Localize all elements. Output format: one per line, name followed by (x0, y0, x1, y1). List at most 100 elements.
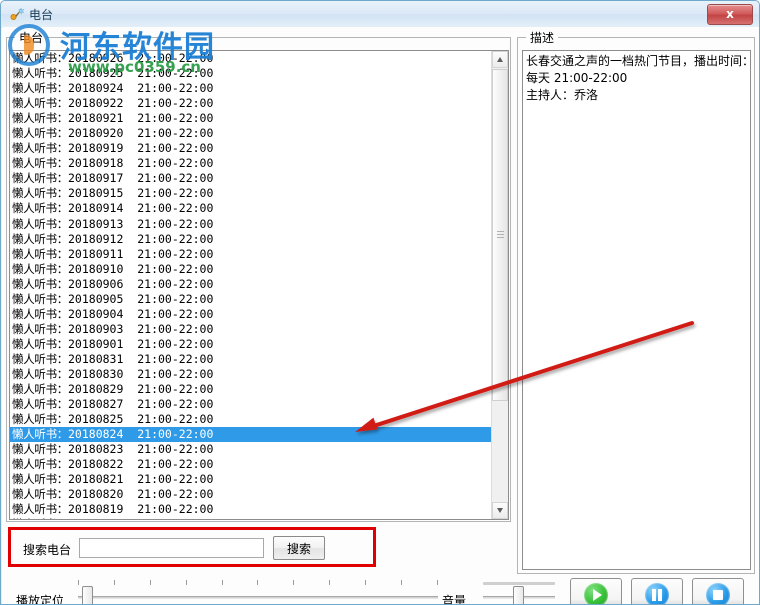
list-item-name: 懒人听书： (12, 336, 68, 351)
list-item-name: 懒人听书： (12, 201, 68, 216)
list-item[interactable]: 懒人听书：20180919 21:00-22:00 (10, 141, 491, 156)
list-item[interactable]: 懒人听书：20180912 21:00-22:00 (10, 232, 491, 247)
title-bar: 电台 x (1, 1, 759, 28)
list-item[interactable]: 懒人听书：20180829 21:00-22:00 (10, 382, 491, 397)
list-item[interactable]: 懒人听书：20180904 21:00-22:00 (10, 307, 491, 322)
list-item[interactable]: 懒人听书：20180921 21:00-22:00 (10, 111, 491, 126)
list-item[interactable]: 懒人听书：20180820 21:00-22:00 (10, 487, 491, 502)
list-item-name: 懒人听书： (12, 81, 68, 96)
list-item-schedule: 20180917 21:00-22:00 (68, 171, 214, 186)
list-item-name: 懒人听书： (12, 487, 68, 502)
list-item[interactable]: 懒人听书：20180821 21:00-22:00 (10, 472, 491, 487)
station-list-scrollport: 懒人听书：20180926 21:00-22:00 懒人听书：20180925 2… (10, 51, 491, 519)
list-item[interactable]: 懒人听书：20180827 21:00-22:00 (10, 397, 491, 412)
list-item[interactable]: 懒人听书：20180825 21:00-22:00 (10, 412, 491, 427)
description-line: 主持人：乔洛 (526, 88, 599, 102)
list-item-schedule: 20180910 21:00-22:00 (68, 261, 214, 276)
play-button[interactable]: 播放 (570, 578, 622, 604)
list-item[interactable]: 懒人听书：20180925 21:00-22:00 (10, 66, 491, 81)
close-button[interactable]: x (707, 4, 753, 25)
list-item-schedule: 20180821 21:00-22:00 (68, 472, 214, 487)
search-input[interactable] (79, 538, 264, 558)
list-item-name: 懒人听书： (12, 156, 68, 171)
search-button[interactable]: 搜索 (273, 536, 325, 560)
playback-position-slider[interactable] (78, 580, 438, 604)
volume-slider[interactable] (483, 580, 555, 604)
list-item[interactable]: 懒人听书：20180822 21:00-22:00 (10, 457, 491, 472)
window-title: 电台 (29, 8, 54, 22)
list-item-schedule: 20180920 21:00-22:00 (68, 126, 214, 141)
list-item-name: 懒人听书： (12, 276, 68, 291)
list-item-name: 懒人听书： (12, 141, 68, 156)
list-item-name: 懒人听书： (12, 382, 68, 397)
playback-position-label: 播放定位 (16, 594, 65, 605)
list-item-schedule: 20180820 21:00-22:00 (68, 487, 214, 502)
list-item-name: 懒人听书： (12, 321, 68, 336)
list-item-schedule: 20180913 21:00-22:00 (68, 216, 214, 231)
list-item-name: 懒人听书： (12, 66, 68, 81)
list-item[interactable]: 懒人听书：20180917 21:00-22:00 (10, 171, 491, 186)
list-item-schedule: 20180905 21:00-22:00 (68, 291, 214, 306)
list-item[interactable]: 懒人听书：20180924 21:00-22:00 (10, 81, 491, 96)
list-item[interactable]: 懒人听书：20180818 21:00-22:00 (10, 517, 491, 519)
list-item[interactable]: 懒人听书：20180906 21:00-22:00 (10, 277, 491, 292)
list-item-schedule: 20180830 21:00-22:00 (68, 366, 214, 381)
client-area: 电台 懒人听书：20180926 21:00-22:00 懒人听书：2018092… (2, 27, 759, 604)
pause-button[interactable]: 暂停 (631, 578, 683, 604)
list-item[interactable]: 懒人听书：20180824 21:00-22:00 (10, 427, 491, 443)
list-item-schedule: 20180912 21:00-22:00 (68, 231, 214, 246)
list-item-schedule: 20180918 21:00-22:00 (68, 156, 214, 171)
list-item-name: 懒人听书： (12, 291, 68, 306)
list-item[interactable]: 懒人听书：20180901 21:00-22:00 (10, 337, 491, 352)
list-item-schedule: 20180823 21:00-22:00 (68, 442, 214, 457)
list-item-schedule: 20180915 21:00-22:00 (68, 186, 214, 201)
list-item-name: 懒人听书： (12, 96, 68, 111)
list-item-schedule: 20180919 21:00-22:00 (68, 141, 214, 156)
volume-slider-thumb[interactable] (513, 586, 524, 604)
list-item-schedule: 20180901 21:00-22:00 (68, 336, 214, 351)
list-item[interactable]: 懒人听书：20180910 21:00-22:00 (10, 262, 491, 277)
position-ticks-top (78, 580, 438, 585)
list-item[interactable]: 懒人听书：20180819 21:00-22:00 (10, 502, 491, 517)
list-item[interactable]: 懒人听书：20180920 21:00-22:00 (10, 126, 491, 141)
station-list-scrollbar[interactable] (491, 51, 508, 519)
list-item-name: 懒人听书： (12, 472, 68, 487)
list-item-name: 懒人听书： (12, 517, 68, 519)
scroll-down-arrow-icon[interactable] (492, 502, 508, 519)
list-item-schedule: 20180926 21:00-22:00 (68, 51, 214, 65)
description-line: 长春交通之声的一档热门节目，播出时间： (526, 54, 751, 68)
list-item-name: 懒人听书： (12, 366, 68, 381)
list-item[interactable]: 懒人听书：20180914 21:00-22:00 (10, 201, 491, 216)
search-highlight-box: 搜索电台 搜索 (8, 527, 376, 567)
list-item[interactable]: 懒人听书：20180915 21:00-22:00 (10, 186, 491, 201)
list-item[interactable]: 懒人听书：20180823 21:00-22:00 (10, 442, 491, 457)
list-item-name: 懒人听书： (12, 126, 68, 141)
list-item-name: 懒人听书： (12, 111, 68, 126)
list-item[interactable]: 懒人听书：20180913 21:00-22:00 (10, 217, 491, 232)
list-item[interactable]: 懒人听书：20180918 21:00-22:00 (10, 156, 491, 171)
list-item[interactable]: 懒人听书：20180830 21:00-22:00 (10, 367, 491, 382)
list-item[interactable]: 懒人听书：20180911 21:00-22:00 (10, 247, 491, 262)
station-listbox[interactable]: 懒人听书：20180926 21:00-22:00 懒人听书：20180925 2… (9, 50, 509, 520)
list-item-name: 懒人听书： (12, 231, 68, 246)
scroll-up-arrow-icon[interactable] (492, 51, 508, 68)
list-item-schedule: 20180819 21:00-22:00 (68, 502, 214, 517)
list-item[interactable]: 懒人听书：20180903 21:00-22:00 (10, 322, 491, 337)
list-item-schedule: 20180911 21:00-22:00 (68, 246, 214, 261)
list-item[interactable]: 懒人听书：20180905 21:00-22:00 (10, 292, 491, 307)
list-item-name: 懒人听书： (12, 427, 68, 442)
list-item[interactable]: 懒人听书：20180926 21:00-22:00 (10, 51, 491, 66)
list-item-schedule: 20180921 21:00-22:00 (68, 111, 214, 126)
list-item-name: 懒人听书： (12, 171, 68, 186)
description-textbox[interactable]: 长春交通之声的一档热门节目，播出时间： 每天 21:00-22:00 主持人：乔… (522, 50, 751, 570)
scrollbar-thumb[interactable] (492, 69, 508, 401)
stop-button[interactable]: 停止 (692, 578, 744, 604)
list-item-name: 懒人听书： (12, 412, 68, 427)
list-item[interactable]: 懒人听书：20180922 21:00-22:00 (10, 96, 491, 111)
position-slider-thumb[interactable] (82, 586, 93, 604)
app-root: 电台 x 电台 懒人听书：20180926 21:00-22:00 懒人听书：20… (0, 0, 760, 605)
list-item[interactable]: 懒人听书：20180831 21:00-22:00 (10, 352, 491, 367)
list-item-name: 懒人听书： (12, 351, 68, 366)
list-item-schedule: 20180831 21:00-22:00 (68, 351, 214, 366)
list-item-schedule: 20180922 21:00-22:00 (68, 96, 214, 111)
